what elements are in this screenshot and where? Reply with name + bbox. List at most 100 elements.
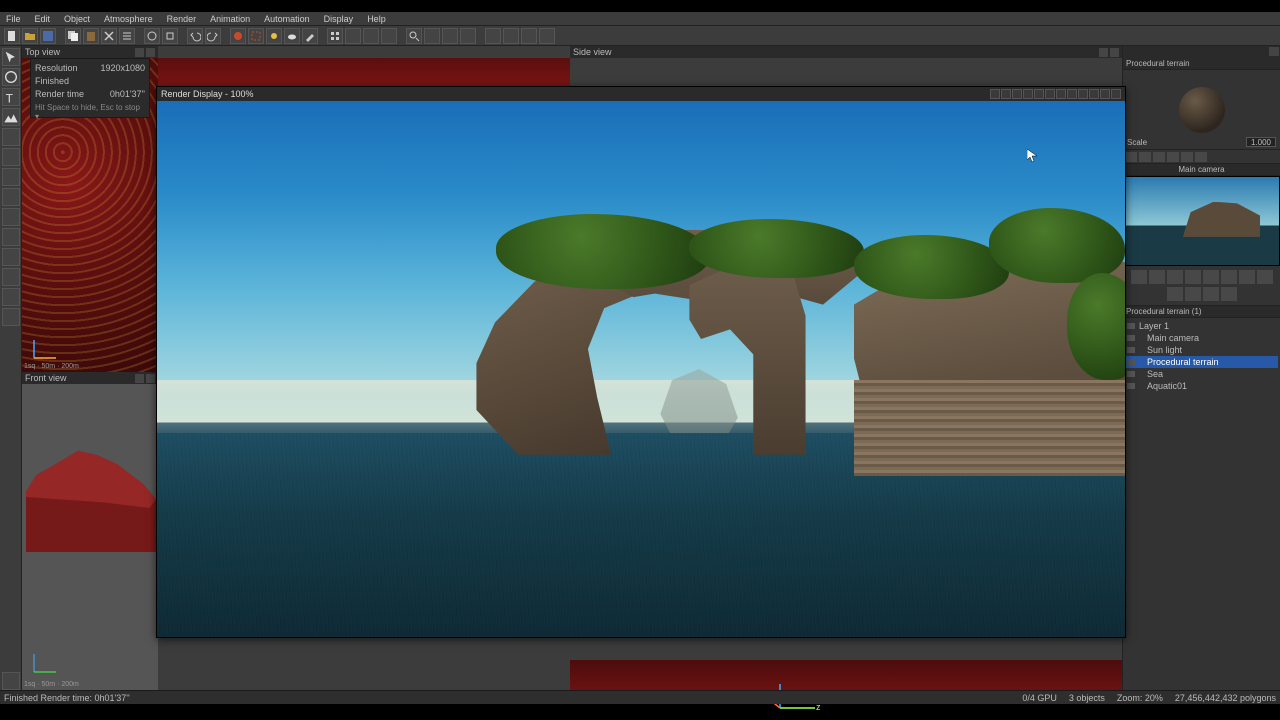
nav-icon[interactable] bbox=[1185, 287, 1201, 301]
b1-icon[interactable] bbox=[345, 28, 361, 44]
vp-icon[interactable] bbox=[146, 48, 155, 57]
tool-b-icon[interactable] bbox=[162, 28, 178, 44]
vp-icon[interactable] bbox=[135, 48, 144, 57]
cloud-tool-icon[interactable] bbox=[2, 188, 20, 206]
mat-tool-icon[interactable] bbox=[1139, 152, 1151, 162]
vp-icon[interactable] bbox=[1099, 48, 1108, 57]
rw-btn8-icon[interactable] bbox=[1067, 89, 1077, 99]
render-icon[interactable] bbox=[230, 28, 246, 44]
rw-btn1-icon[interactable] bbox=[990, 89, 1000, 99]
rw-btn3-icon[interactable] bbox=[1012, 89, 1022, 99]
tree-item-sea[interactable]: Sea bbox=[1125, 368, 1278, 380]
nav-icon[interactable] bbox=[1149, 270, 1165, 284]
fullscreen-icon[interactable] bbox=[460, 28, 476, 44]
camera-preview[interactable] bbox=[1123, 176, 1280, 266]
paste-icon[interactable] bbox=[83, 28, 99, 44]
nav-icon[interactable] bbox=[1167, 270, 1183, 284]
mat-tool-icon[interactable] bbox=[1167, 152, 1179, 162]
tree-item-aquatic[interactable]: Aquatic01 bbox=[1125, 380, 1278, 392]
layout3-icon[interactable] bbox=[521, 28, 537, 44]
save-icon[interactable] bbox=[40, 28, 56, 44]
nav-icon[interactable] bbox=[1221, 270, 1237, 284]
menu-object[interactable]: Object bbox=[64, 14, 90, 24]
rw-maximize-icon[interactable] bbox=[1100, 89, 1110, 99]
misc-tool-icon[interactable] bbox=[2, 288, 20, 306]
b2-icon[interactable] bbox=[363, 28, 379, 44]
list-icon[interactable] bbox=[119, 28, 135, 44]
rw-btn7-icon[interactable] bbox=[1056, 89, 1066, 99]
cloud-icon[interactable] bbox=[284, 28, 300, 44]
rw-btn5-icon[interactable] bbox=[1034, 89, 1044, 99]
rp-pin-icon[interactable] bbox=[1269, 47, 1279, 56]
redo-icon[interactable] bbox=[205, 28, 221, 44]
tool-a-icon[interactable] bbox=[144, 28, 160, 44]
mat-tool-icon[interactable] bbox=[1195, 152, 1207, 162]
rw-btn9-icon[interactable] bbox=[1078, 89, 1088, 99]
nav-icon[interactable] bbox=[1257, 270, 1273, 284]
rw-close-icon[interactable] bbox=[1111, 89, 1121, 99]
menu-animation[interactable]: Animation bbox=[210, 14, 250, 24]
menu-file[interactable]: File bbox=[6, 14, 21, 24]
open-icon[interactable] bbox=[22, 28, 38, 44]
menu-render[interactable]: Render bbox=[167, 14, 197, 24]
layout1-icon[interactable] bbox=[485, 28, 501, 44]
eco-tool-icon[interactable] bbox=[2, 268, 20, 286]
tree-item-camera[interactable]: Main camera bbox=[1125, 332, 1278, 344]
layout2-icon[interactable] bbox=[503, 28, 519, 44]
nav-icon[interactable] bbox=[1167, 287, 1183, 301]
scale-input[interactable]: 1.000 bbox=[1246, 137, 1276, 147]
rock-tool-icon[interactable] bbox=[2, 168, 20, 186]
paint-tool-icon[interactable] bbox=[2, 248, 20, 266]
zoom-fit-icon[interactable] bbox=[442, 28, 458, 44]
undo-icon[interactable] bbox=[187, 28, 203, 44]
layout4-icon[interactable] bbox=[539, 28, 555, 44]
new-icon[interactable] bbox=[4, 28, 20, 44]
nav-icon[interactable] bbox=[1239, 270, 1255, 284]
viewport-main[interactable]: xz bbox=[570, 660, 1122, 690]
terrain-tool-icon[interactable] bbox=[2, 108, 20, 126]
viewport-side[interactable]: Side view bbox=[570, 46, 1122, 58]
vp-icon[interactable] bbox=[135, 374, 144, 383]
rw-btn4-icon[interactable] bbox=[1023, 89, 1033, 99]
menu-edit[interactable]: Edit bbox=[35, 14, 51, 24]
tree-item-layer[interactable]: Layer 1 bbox=[1125, 320, 1278, 332]
nav-icon[interactable] bbox=[1203, 270, 1219, 284]
help-tool-icon[interactable] bbox=[2, 672, 20, 690]
rw-btn2-icon[interactable] bbox=[1001, 89, 1011, 99]
mat-tool-icon[interactable] bbox=[1181, 152, 1193, 162]
light-tool-icon[interactable] bbox=[2, 208, 20, 226]
sun-icon[interactable] bbox=[266, 28, 282, 44]
vp-icon[interactable] bbox=[146, 374, 155, 383]
brush-icon[interactable] bbox=[302, 28, 318, 44]
menu-automation[interactable]: Automation bbox=[264, 14, 310, 24]
select-tool-icon[interactable] bbox=[2, 48, 20, 66]
plant-tool-icon[interactable] bbox=[2, 148, 20, 166]
b3-icon[interactable] bbox=[381, 28, 397, 44]
scene-tree[interactable]: Layer 1 Main camera Sun light Procedural… bbox=[1123, 318, 1280, 690]
camera-tool-icon[interactable] bbox=[2, 228, 20, 246]
tree-item-terrain[interactable]: Procedural terrain bbox=[1125, 356, 1278, 368]
grid-icon[interactable] bbox=[327, 28, 343, 44]
menu-display[interactable]: Display bbox=[324, 14, 354, 24]
viewport-front[interactable]: Front view 1sq · 50m · 200m bbox=[22, 372, 158, 690]
copy-icon[interactable] bbox=[65, 28, 81, 44]
rw-minimize-icon[interactable] bbox=[1089, 89, 1099, 99]
zoom-out-icon[interactable] bbox=[424, 28, 440, 44]
nav-icon[interactable] bbox=[1131, 270, 1147, 284]
cut-icon[interactable] bbox=[101, 28, 117, 44]
menu-help[interactable]: Help bbox=[367, 14, 386, 24]
zoom-in-icon[interactable] bbox=[406, 28, 422, 44]
menu-atmosphere[interactable]: Atmosphere bbox=[104, 14, 153, 24]
text-tool-icon[interactable]: T bbox=[2, 88, 20, 106]
nav-icon[interactable] bbox=[1203, 287, 1219, 301]
material-preview[interactable]: Scale 1.000 bbox=[1123, 70, 1280, 150]
render-region-icon[interactable] bbox=[248, 28, 264, 44]
mat-tool-icon[interactable] bbox=[1125, 152, 1137, 162]
nav-icon[interactable] bbox=[1185, 270, 1201, 284]
mat-tool-icon[interactable] bbox=[1153, 152, 1165, 162]
misc2-tool-icon[interactable] bbox=[2, 308, 20, 326]
vp-icon[interactable] bbox=[1110, 48, 1119, 57]
water-tool-icon[interactable] bbox=[2, 128, 20, 146]
rw-btn6-icon[interactable] bbox=[1045, 89, 1055, 99]
nav-icon[interactable] bbox=[1221, 287, 1237, 301]
